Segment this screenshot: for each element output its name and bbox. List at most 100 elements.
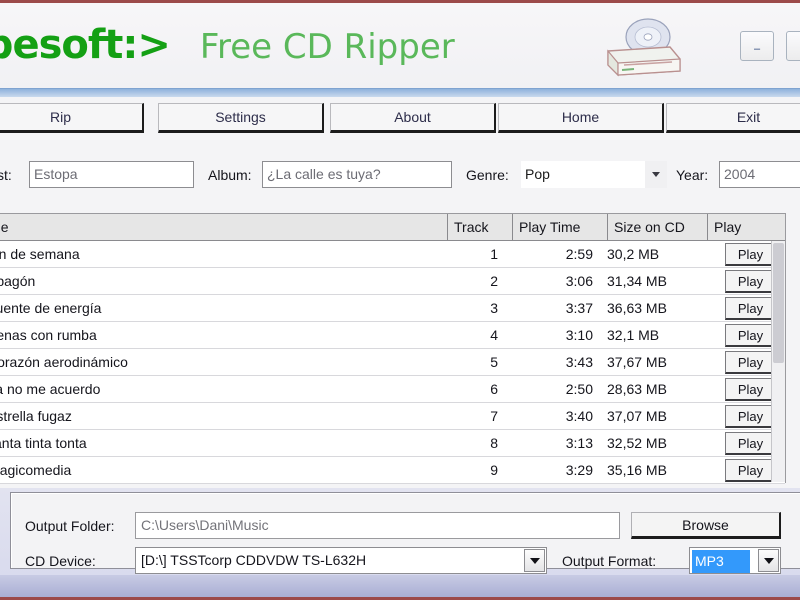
nav-button-exit[interactable]: Exit [666, 103, 800, 133]
play-time: 3:06 [565, 273, 593, 289]
play-button[interactable]: Play [725, 351, 777, 374]
play-time: 3:13 [565, 435, 593, 451]
play-time: 3:43 [565, 354, 593, 370]
track-number: 9 [490, 462, 498, 478]
output-folder-input[interactable]: C:\Users\Dani\Music [135, 512, 620, 539]
track-name: Estrella fugaz [0, 408, 72, 424]
table-row[interactable]: Tanta tinta tonta 8 3:13 32,52 MB Play [0, 430, 785, 457]
track-name: Corazón aerodinámico [0, 354, 128, 370]
main-nav: Rip Settings About Home Exit [0, 103, 800, 139]
output-groupbox: Output Folder: C:\Users\Dani\Music Brows… [10, 492, 800, 574]
year-label: Year: [676, 167, 709, 183]
app-header: spesoft:> Free CD Ripper – ⋮ [0, 3, 800, 88]
nav-button-settings[interactable]: Settings [158, 103, 324, 133]
output-panel: Output Folder: C:\Users\Dani\Music Brows… [0, 488, 800, 575]
track-number: 2 [490, 273, 498, 289]
track-number: 7 [490, 408, 498, 424]
table-row[interactable]: Corazón aerodinámico 5 3:43 37,67 MB Play [0, 349, 785, 376]
column-header[interactable]: Size on CD [607, 214, 707, 240]
minimize-button[interactable]: – [740, 31, 774, 61]
play-button[interactable]: Play [725, 324, 777, 347]
column-header[interactable]: ne [0, 214, 447, 240]
table-row[interactable]: Estrella fugaz 7 3:40 37,07 MB Play [0, 403, 785, 430]
artist-label: tist: [0, 167, 12, 183]
track-name: Penas con rumba [0, 327, 97, 343]
table-row[interactable]: Tragicomedia 9 3:29 35,16 MB Play [0, 457, 785, 484]
play-time: 3:10 [565, 327, 593, 343]
page-title: Free CD Ripper [199, 27, 455, 67]
size-on-cd: 28,63 MB [607, 381, 667, 397]
browse-button[interactable]: Browse [631, 512, 781, 539]
table-row[interactable]: Ya no me acuerdo 6 2:50 28,63 MB Play [0, 376, 785, 403]
table-row[interactable]: Fuente de energía 3 3:37 36,63 MB Play [0, 295, 785, 322]
artist-input[interactable]: Estopa [29, 161, 194, 188]
track-number: 6 [490, 381, 498, 397]
app-window: spesoft:> Free CD Ripper – ⋮ Rip Settings… [0, 0, 800, 600]
maximize-icon: ⋮ [787, 37, 800, 48]
track-number: 4 [490, 327, 498, 343]
table-row[interactable]: Apagón 2 3:06 31,34 MB Play [0, 268, 785, 295]
table-row[interactable]: Penas con rumba 4 3:10 32,1 MB Play [0, 322, 785, 349]
play-button[interactable]: Play [725, 270, 777, 293]
play-button[interactable]: Play [725, 432, 777, 455]
cd-device-value: [D:\] TSSTcorp CDDVDW TS-L632H [141, 552, 367, 568]
track-name: Fin de semana [0, 246, 80, 262]
track-number: 8 [490, 435, 498, 451]
album-label: Album: [208, 167, 252, 183]
play-button[interactable]: Play [725, 378, 777, 401]
play-time: 3:37 [565, 300, 593, 316]
size-on-cd: 31,34 MB [607, 273, 667, 289]
track-list-body: Fin de semana 1 2:59 30,2 MB Play Apagón 2 3:06… [0, 241, 785, 484]
track-name: Fuente de energía [0, 300, 102, 316]
play-time: 2:50 [565, 381, 593, 397]
chevron-down-icon[interactable] [758, 549, 779, 572]
vertical-scrollbar[interactable] [771, 241, 785, 482]
column-header[interactable]: Play Time [512, 214, 607, 240]
size-on-cd: 30,2 MB [607, 246, 660, 262]
nav-button-rip[interactable]: Rip [0, 103, 144, 133]
year-input[interactable]: 2004 [719, 161, 800, 188]
footer-strip [0, 575, 800, 597]
track-number: 1 [490, 246, 498, 262]
play-time: 3:29 [565, 462, 593, 478]
brand-logo: spesoft:> Free CD Ripper [0, 25, 455, 65]
album-input[interactable]: ¿La calle es tuya? [262, 161, 452, 188]
size-on-cd: 37,07 MB [607, 408, 667, 424]
track-name: Apagón [0, 273, 36, 289]
chevron-down-icon[interactable] [524, 549, 545, 572]
play-button[interactable]: Play [725, 243, 777, 266]
track-number: 3 [490, 300, 498, 316]
play-button[interactable]: Play [725, 297, 777, 320]
cd-device-label: CD Device: [25, 553, 96, 569]
header-divider [0, 88, 800, 97]
output-format-select[interactable]: MP3 [689, 547, 781, 574]
size-on-cd: 32,1 MB [607, 327, 660, 343]
size-on-cd: 35,16 MB [607, 462, 667, 478]
track-name: Ya no me acuerdo [0, 381, 101, 397]
output-folder-label: Output Folder: [25, 518, 115, 534]
nav-button-about[interactable]: About [330, 103, 496, 133]
track-name: Tragicomedia [0, 462, 72, 478]
track-name: Tanta tinta tonta [0, 435, 87, 451]
maximize-button[interactable]: ⋮ [786, 31, 800, 61]
cd-drive-icon [607, 18, 681, 77]
size-on-cd: 32,52 MB [607, 435, 667, 451]
column-header[interactable]: Play [707, 214, 773, 240]
column-header[interactable]: Track [447, 214, 512, 240]
chevron-down-icon[interactable] [645, 161, 667, 188]
play-button[interactable]: Play [725, 405, 777, 428]
cd-device-select[interactable]: [D:\] TSSTcorp CDDVDW TS-L632H [135, 547, 547, 574]
brand-name: spesoft:> [0, 22, 171, 68]
play-button[interactable]: Play [725, 459, 777, 482]
minimize-icon: – [753, 43, 761, 55]
table-row[interactable]: Fin de semana 1 2:59 30,2 MB Play [0, 241, 785, 268]
size-on-cd: 37,67 MB [607, 354, 667, 370]
output-format-value: MP3 [692, 550, 750, 573]
scrollbar-thumb[interactable] [773, 243, 784, 363]
nav-button-home[interactable]: Home [498, 103, 664, 133]
track-number: 5 [490, 354, 498, 370]
track-list-header: neTrackPlay TimeSize on CDPlay [0, 214, 785, 241]
play-time: 3:40 [565, 408, 593, 424]
size-on-cd: 36,63 MB [607, 300, 667, 316]
play-time: 2:59 [565, 246, 593, 262]
